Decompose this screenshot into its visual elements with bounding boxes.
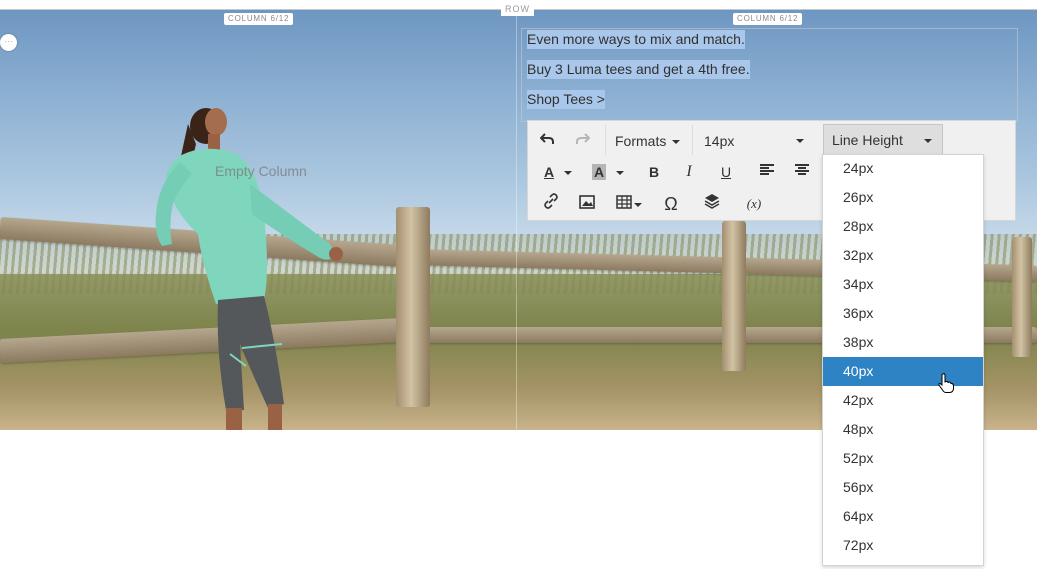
formats-dropdown[interactable]: Formats (615, 129, 681, 153)
empty-column-placeholder: Empty Column (215, 163, 307, 179)
column-right-label: COLUMN 6/12 (733, 13, 803, 25)
insert-variable-button[interactable]: (x) (739, 191, 769, 217)
italic-button[interactable]: I (676, 159, 702, 185)
insert-table-button[interactable] (612, 191, 646, 217)
font-size-value: 14px (704, 133, 735, 149)
redo-button[interactable] (570, 127, 596, 153)
line-height-dropdown[interactable]: Line Height (823, 124, 943, 157)
text-color-button[interactable]: A (538, 159, 578, 185)
chevron-down-icon (924, 139, 932, 143)
fence-post (1012, 237, 1032, 357)
line-height-option-40px[interactable]: 40px (823, 357, 983, 386)
layers-icon (704, 194, 720, 209)
align-center-icon (795, 164, 809, 175)
line-height-option-52px[interactable]: 52px (823, 444, 983, 473)
undo-button[interactable] (534, 127, 560, 153)
fence-post (722, 221, 746, 371)
line-height-option-28px[interactable]: 28px (823, 212, 983, 241)
redo-icon (576, 133, 591, 144)
line-height-option-64px[interactable]: 64px (823, 502, 983, 531)
bold-button[interactable]: B (641, 159, 667, 185)
row-drag-handle[interactable]: ··· (0, 34, 17, 51)
hand-pointer-icon (938, 373, 954, 393)
table-icon (616, 195, 632, 209)
line-height-option-38px[interactable]: 38px (823, 328, 983, 357)
fence-post (396, 207, 430, 407)
chevron-down-icon (796, 139, 804, 143)
link-icon (544, 193, 558, 209)
underline-button[interactable]: U (713, 159, 739, 185)
line-height-option-34px[interactable]: 34px (823, 270, 983, 299)
special-character-button[interactable]: Ω (658, 191, 684, 217)
line-height-option-48px[interactable]: 48px (823, 415, 983, 444)
selected-text-line-3[interactable]: Shop Tees > (527, 90, 605, 109)
toolbar-separator (605, 125, 606, 155)
line-height-option-32px[interactable]: 32px (823, 241, 983, 270)
align-center-button[interactable] (789, 159, 815, 185)
background-color-button[interactable]: A (588, 159, 628, 185)
toolbar-separator (692, 125, 693, 155)
background-color-icon: A (591, 164, 607, 180)
image-icon (579, 195, 595, 209)
insert-link-button[interactable] (538, 191, 564, 217)
chevron-down-icon (616, 171, 625, 176)
chevron-down-icon (564, 171, 573, 176)
woman-leaning-on-fence-image (155, 108, 343, 430)
selected-text-line-2[interactable]: Buy 3 Luma tees and get a 4th free. (527, 60, 750, 79)
line-height-menu: 24px 26px 28px 32px 34px 36px 38px 40px 42px 48px… (822, 154, 984, 566)
insert-image-button[interactable] (574, 191, 600, 217)
column-left-label: COLUMN 6/12 (224, 13, 294, 25)
align-left-button[interactable] (754, 159, 780, 185)
line-height-option-42px[interactable]: 42px (823, 386, 983, 415)
chevron-down-icon (634, 203, 642, 208)
line-height-option-72px[interactable]: 72px (823, 531, 983, 560)
line-height-label: Line Height (832, 132, 903, 148)
undo-icon (539, 133, 554, 144)
text-color-icon: A (543, 164, 555, 180)
line-height-option-24px[interactable]: 24px (823, 154, 983, 183)
insert-widget-button[interactable] (699, 191, 725, 217)
font-size-dropdown[interactable]: 14px (704, 129, 808, 153)
line-height-option-56px[interactable]: 56px (823, 473, 983, 502)
formats-label: Formats (615, 133, 667, 149)
selected-text-line-1[interactable]: Even more ways to mix and match. (527, 30, 745, 49)
row-label: ROW (501, 2, 534, 16)
column-divider (516, 9, 517, 430)
line-height-option-26px[interactable]: 26px (823, 183, 983, 212)
line-height-option-36px[interactable]: 36px (823, 299, 983, 328)
chevron-down-icon (672, 140, 681, 145)
align-left-icon (760, 164, 774, 175)
